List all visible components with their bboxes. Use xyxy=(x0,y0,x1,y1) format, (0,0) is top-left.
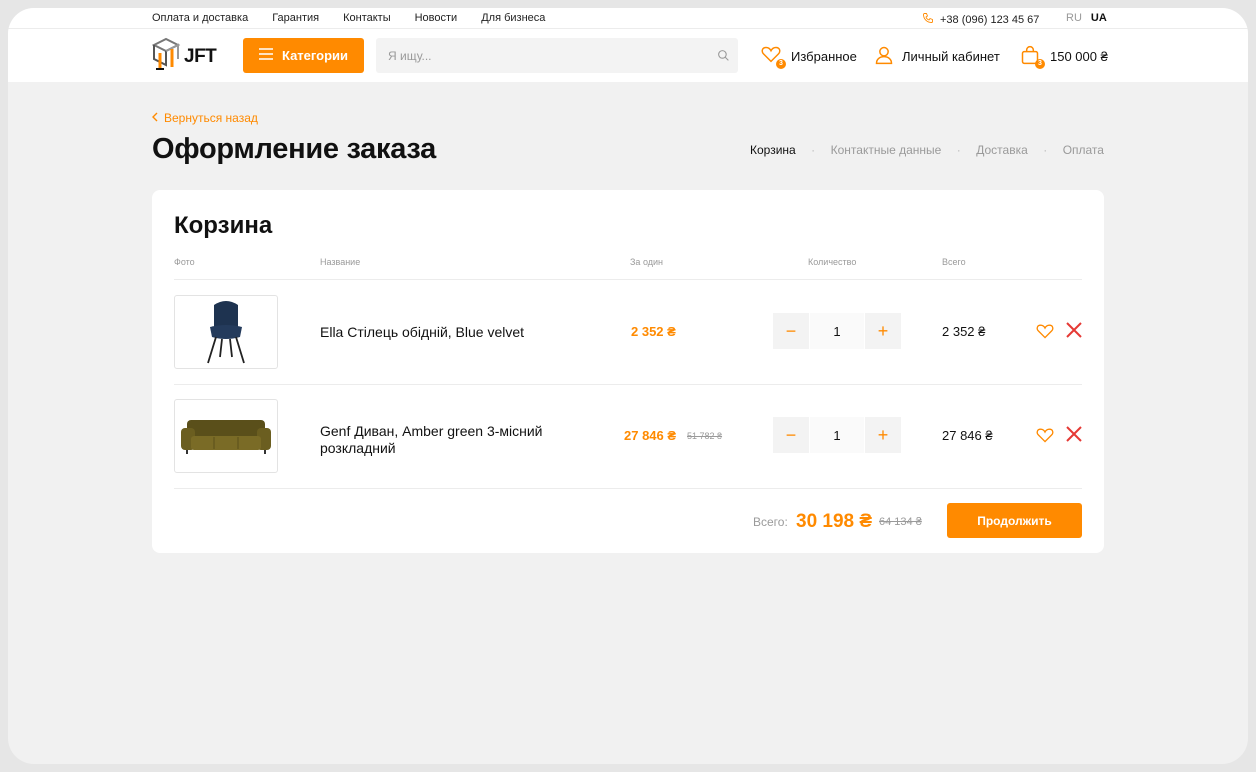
column-photo: Фото xyxy=(174,257,195,267)
remove-icon[interactable] xyxy=(1066,426,1082,447)
increase-button[interactable]: + xyxy=(865,417,901,453)
account-link[interactable]: Личный кабинет xyxy=(874,45,1000,68)
phone-link[interactable]: +38 (096) 123 45 67 xyxy=(922,12,1039,27)
step-cart[interactable]: Корзина xyxy=(750,143,796,157)
link-business[interactable]: Для бизнеса xyxy=(481,12,545,24)
unit-price: 2 352 ₴ xyxy=(631,324,676,339)
decrease-button[interactable]: − xyxy=(773,417,809,453)
link-news[interactable]: Новости xyxy=(415,12,458,24)
search-input[interactable] xyxy=(376,48,708,63)
logo-text: JFT xyxy=(184,45,217,67)
step-separator: · xyxy=(956,143,961,157)
step-payment[interactable]: Оплата xyxy=(1063,143,1104,157)
favorites-link[interactable]: 3 Избранное xyxy=(761,45,857,69)
categories-button[interactable]: Категории xyxy=(243,38,364,73)
increase-button[interactable]: + xyxy=(865,313,901,349)
bag-icon: 3 xyxy=(1020,45,1045,69)
remove-icon[interactable] xyxy=(1066,322,1082,343)
unit-price: 27 846 ₴ xyxy=(624,428,677,443)
heart-icon[interactable] xyxy=(1036,323,1054,344)
total-label: Всего: xyxy=(753,515,788,529)
quantity-value[interactable]: 1 xyxy=(810,417,864,453)
row-total: 27 846 ₴ xyxy=(942,428,993,443)
phone-number: +38 (096) 123 45 67 xyxy=(940,13,1040,26)
browser-viewport: Оплата и доставка Гарантия Контакты Ново… xyxy=(8,8,1248,764)
quantity-stepper: − 1 + xyxy=(773,417,901,453)
favorites-label: Избранное xyxy=(791,48,857,64)
heart-icon: 3 xyxy=(761,45,786,69)
heart-icon[interactable] xyxy=(1036,427,1054,448)
column-quantity: Количество xyxy=(808,257,857,267)
old-price: 51 782 ₴ xyxy=(687,431,723,441)
link-warranty[interactable]: Гарантия xyxy=(272,12,319,24)
cart-link[interactable]: 3 150 000 ₴ xyxy=(1020,45,1108,69)
menu-icon xyxy=(258,48,273,63)
main-header: JFT Категории 3 Избранное Личны xyxy=(8,29,1248,82)
total-value: 30 198 ₴ xyxy=(796,511,873,532)
favorites-count-badge: 3 xyxy=(776,59,786,69)
row-total: 2 352 ₴ xyxy=(942,324,986,339)
top-utility-bar: Оплата и доставка Гарантия Контакты Ново… xyxy=(8,8,1248,29)
continue-button[interactable]: Продолжить xyxy=(947,503,1082,538)
checkout-steps: Корзина · Контактные данные · Доставка ·… xyxy=(750,143,1104,157)
link-contacts[interactable]: Контакты xyxy=(343,12,391,24)
total-old-price: 64 134 ₴ xyxy=(879,516,922,528)
back-link[interactable]: Вернуться назад xyxy=(152,111,258,125)
page-title: Оформление заказа xyxy=(152,133,436,165)
logo[interactable]: JFT xyxy=(151,35,217,78)
step-separator: · xyxy=(1043,143,1048,157)
quantity-value[interactable]: 1 xyxy=(810,313,864,349)
step-contacts[interactable]: Контактные данные xyxy=(831,143,942,157)
product-name[interactable]: Genf Диван, Amber green 3-місний розклад… xyxy=(320,423,570,457)
language-switch: RU UA xyxy=(1066,12,1107,24)
step-delivery[interactable]: Доставка xyxy=(976,143,1028,157)
cart-count-badge: 3 xyxy=(1035,59,1045,69)
phone-icon xyxy=(922,12,934,27)
cart-total: 150 000 ₴ xyxy=(1050,48,1108,64)
categories-label: Категории xyxy=(281,48,349,63)
back-label: Вернуться назад xyxy=(164,111,258,125)
divider xyxy=(174,488,1082,489)
lang-ua[interactable]: UA xyxy=(1091,12,1107,24)
product-name[interactable]: Ella Стілець обідній, Blue velvet xyxy=(320,324,570,341)
column-name: Название xyxy=(320,257,361,267)
user-icon xyxy=(874,45,894,68)
top-links: Оплата и доставка Гарантия Контакты Ново… xyxy=(152,12,545,24)
search-icon[interactable] xyxy=(708,49,738,62)
product-image-sofa[interactable] xyxy=(174,399,278,473)
step-separator: · xyxy=(811,143,816,157)
cart-row: Ella Стілець обідній, Blue velvet 2 352 … xyxy=(174,280,1082,384)
logo-mark-icon xyxy=(151,35,182,78)
cart-title: Корзина xyxy=(174,212,273,239)
account-label: Личный кабинет xyxy=(902,49,1000,64)
quantity-stepper: − 1 + xyxy=(773,313,901,349)
product-image-chair[interactable] xyxy=(174,295,278,369)
column-total: Всего xyxy=(942,257,966,267)
search-bar xyxy=(376,38,738,73)
chevron-left-icon xyxy=(152,111,158,125)
cart-card: Корзина Фото Название За один Количество… xyxy=(152,190,1104,553)
lang-ru[interactable]: RU xyxy=(1066,12,1082,24)
link-payment-delivery[interactable]: Оплата и доставка xyxy=(152,12,248,24)
decrease-button[interactable]: − xyxy=(773,313,809,349)
cart-row: Genf Диван, Amber green 3-місний розклад… xyxy=(174,384,1082,488)
column-unit-price: За один xyxy=(630,257,663,267)
